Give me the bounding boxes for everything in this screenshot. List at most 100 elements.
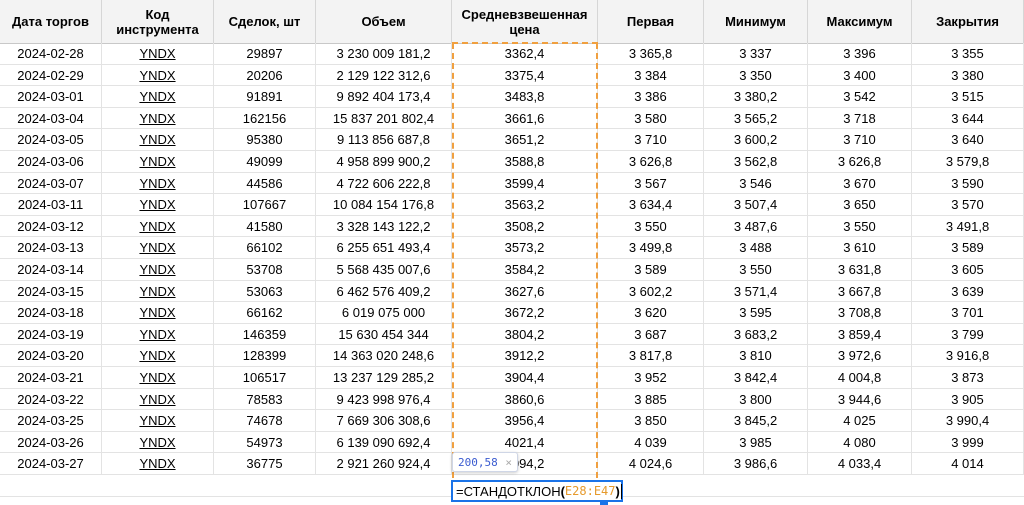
cell-date[interactable]: 2024-02-29 (0, 64, 102, 86)
cell-high[interactable]: 3 626,8 (808, 151, 912, 172)
cell-low[interactable]: 3 600,2 (704, 129, 808, 151)
cell-open[interactable]: 3 589 (598, 259, 704, 280)
cell-high[interactable]: 3 859,4 (808, 323, 912, 345)
cell-open[interactable]: 3 817,8 (598, 345, 704, 367)
cell-high[interactable]: 3 670 (808, 172, 912, 194)
cell-low[interactable]: 3 985 (704, 431, 808, 453)
cell-low[interactable]: 3 800 (704, 388, 808, 410)
cell-volume[interactable]: 6 255 651 493,4 (316, 237, 452, 259)
cell-low[interactable]: 3 550 (704, 259, 808, 280)
cell-ticker[interactable]: YNDX (102, 86, 214, 108)
cell-high[interactable]: 3 708,8 (808, 302, 912, 324)
cell-ticker[interactable]: YNDX (102, 172, 214, 194)
cell-deals[interactable]: 107667 (214, 194, 316, 216)
cell-high[interactable]: 3 650 (808, 194, 912, 216)
cell-ticker[interactable]: YNDX (102, 280, 214, 302)
cell-open[interactable]: 3 550 (598, 215, 704, 237)
cell-open[interactable]: 3 850 (598, 410, 704, 432)
cell-ticker[interactable]: YNDX (102, 302, 214, 324)
cell-deals[interactable]: 106517 (214, 367, 316, 388)
cell-wavg-price[interactable]: 3860,6 (452, 388, 598, 410)
cell-open[interactable]: 3 386 (598, 86, 704, 108)
cell-date[interactable]: 2024-03-26 (0, 431, 102, 453)
cell-high[interactable]: 3 542 (808, 86, 912, 108)
cell-date[interactable]: 2024-03-15 (0, 280, 102, 302)
cell-volume[interactable]: 5 568 435 007,6 (316, 259, 452, 280)
cell-volume[interactable]: 9 113 856 687,8 (316, 129, 452, 151)
cell-close[interactable]: 3 515 (912, 86, 1024, 108)
cell-high[interactable]: 3 631,8 (808, 259, 912, 280)
cell-open[interactable]: 3 602,2 (598, 280, 704, 302)
cell-open[interactable]: 3 580 (598, 107, 704, 129)
cell-close[interactable]: 3 380 (912, 64, 1024, 86)
column-header-high[interactable]: Максимум (808, 0, 912, 43)
cell-deals[interactable]: 53708 (214, 259, 316, 280)
cell-ticker[interactable]: YNDX (102, 259, 214, 280)
cell-date[interactable]: 2024-03-20 (0, 345, 102, 367)
cell-date[interactable]: 2024-03-04 (0, 107, 102, 129)
cell-deals[interactable]: 49099 (214, 151, 316, 172)
cell-low[interactable]: 3 986,6 (704, 453, 808, 475)
cell-close[interactable]: 3 579,8 (912, 151, 1024, 172)
cell-open[interactable]: 3 365,8 (598, 43, 704, 64)
cell-date[interactable]: 2024-03-21 (0, 367, 102, 388)
cell-ticker[interactable]: YNDX (102, 345, 214, 367)
cell-date[interactable]: 2024-03-13 (0, 237, 102, 259)
cell-low[interactable]: 3 350 (704, 64, 808, 86)
cell-wavg-price[interactable]: 3956,4 (452, 410, 598, 432)
cell-volume[interactable]: 6 139 090 692,4 (316, 431, 452, 453)
cell-wavg-price[interactable]: 3375,4 (452, 64, 598, 86)
cell-open[interactable]: 3 499,8 (598, 237, 704, 259)
cell-high[interactable]: 3 610 (808, 237, 912, 259)
column-header-low[interactable]: Минимум (704, 0, 808, 43)
cell-low[interactable]: 3 595 (704, 302, 808, 324)
column-header-close[interactable]: Закрытия (912, 0, 1024, 43)
cell-volume[interactable]: 6 462 576 409,2 (316, 280, 452, 302)
cell-wavg-price[interactable]: 3508,2 (452, 215, 598, 237)
cell-volume[interactable]: 4 722 606 222,8 (316, 172, 452, 194)
column-header-wavg-price[interactable]: Средневзвешенная цена (452, 0, 598, 43)
cell-low[interactable]: 3 565,2 (704, 107, 808, 129)
cell-deals[interactable]: 20206 (214, 64, 316, 86)
cell-close[interactable]: 3 701 (912, 302, 1024, 324)
cell-open[interactable]: 3 885 (598, 388, 704, 410)
cell-ticker[interactable]: YNDX (102, 64, 214, 86)
cell-volume[interactable]: 14 363 020 248,6 (316, 345, 452, 367)
cell-deals[interactable]: 146359 (214, 323, 316, 345)
cell-wavg-price[interactable]: 3573,2 (452, 237, 598, 259)
cell-date[interactable]: 2024-03-25 (0, 410, 102, 432)
cell-ticker[interactable]: YNDX (102, 129, 214, 151)
cell-low[interactable]: 3 337 (704, 43, 808, 64)
column-header-open[interactable]: Первая (598, 0, 704, 43)
cell-ticker[interactable]: YNDX (102, 431, 214, 453)
cell-deals[interactable]: 74678 (214, 410, 316, 432)
cell-volume[interactable]: 7 669 306 308,6 (316, 410, 452, 432)
cell-deals[interactable]: 36775 (214, 453, 316, 475)
cell-wavg-price[interactable]: 3627,6 (452, 280, 598, 302)
cell-low[interactable]: 3 842,4 (704, 367, 808, 388)
cell-close[interactable]: 3 799 (912, 323, 1024, 345)
cell-close[interactable]: 4 014 (912, 453, 1024, 475)
cell-open[interactable]: 4 024,6 (598, 453, 704, 475)
cell-date[interactable]: 2024-03-27 (0, 453, 102, 475)
cell-deals[interactable]: 44586 (214, 172, 316, 194)
cell-wavg-price[interactable]: 3563,2 (452, 194, 598, 216)
cell-close[interactable]: 3 589 (912, 237, 1024, 259)
cell-wavg-price[interactable]: 3661,6 (452, 107, 598, 129)
fill-handle[interactable] (600, 500, 608, 505)
cell-date[interactable]: 2024-03-06 (0, 151, 102, 172)
cell-close[interactable]: 3 999 (912, 431, 1024, 453)
cell-date[interactable]: 2024-02-28 (0, 43, 102, 64)
cell-low[interactable]: 3 683,2 (704, 323, 808, 345)
cell-open[interactable]: 3 634,4 (598, 194, 704, 216)
cell-high[interactable]: 3 972,6 (808, 345, 912, 367)
cell-close[interactable]: 3 990,4 (912, 410, 1024, 432)
cell-low[interactable]: 3 507,4 (704, 194, 808, 216)
cell-date[interactable]: 2024-03-11 (0, 194, 102, 216)
column-header-ticker[interactable]: Код инструмента (102, 0, 214, 43)
cell-deals[interactable]: 66102 (214, 237, 316, 259)
cell-close[interactable]: 3 590 (912, 172, 1024, 194)
cell-high[interactable]: 3 944,6 (808, 388, 912, 410)
cell-open[interactable]: 3 620 (598, 302, 704, 324)
cell-close[interactable]: 3 605 (912, 259, 1024, 280)
